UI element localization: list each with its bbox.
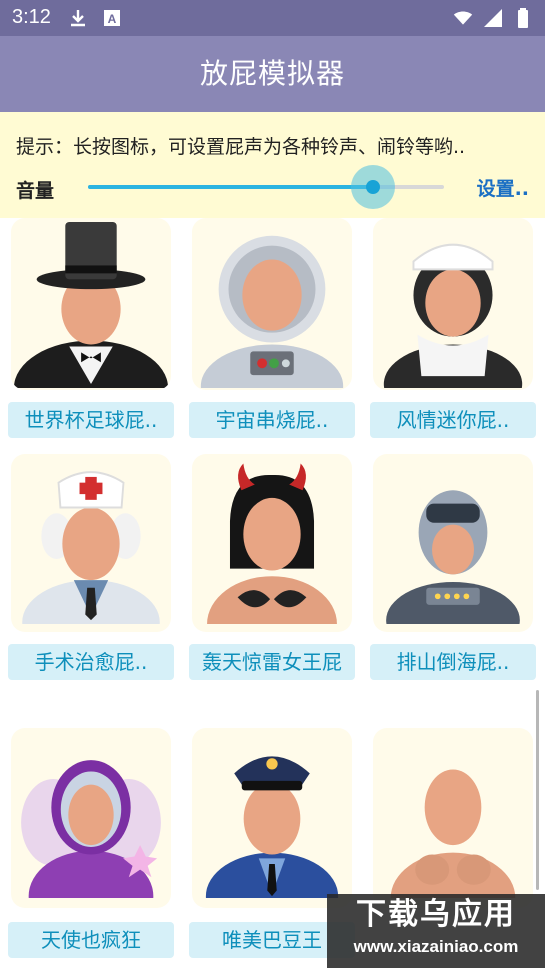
app-bar: 放屁模拟器 — [0, 36, 545, 112]
volume-slider[interactable] — [88, 165, 444, 209]
avatar-top-hat-gentleman[interactable] — [11, 218, 171, 390]
settings-panel: 提示：长按图标，可设置屁声为各种铃声、闹铃等哟.. 音量 设置.. — [0, 112, 545, 218]
volume-label: 音量 — [16, 180, 55, 202]
status-bar: 3:12 A — [0, 0, 545, 36]
settings-link[interactable]: 设置.. — [477, 174, 529, 201]
avatar-astronaut[interactable] — [192, 218, 352, 390]
sound-label[interactable]: 宇宙串烧屁.. — [189, 402, 355, 438]
battery-icon — [518, 8, 528, 28]
watermark-url: www.xiazainiao.com — [353, 937, 519, 956]
text-a-icon: A — [104, 10, 120, 26]
volume-slider-fill — [88, 185, 373, 189]
avatar-policeman[interactable] — [192, 728, 352, 908]
sound-label[interactable]: 风情迷你屁.. — [370, 402, 536, 438]
sound-label[interactable]: 天使也疯狂 — [8, 922, 174, 958]
sound-label[interactable]: 排山倒海屁.. — [370, 644, 536, 680]
wifi-icon — [453, 11, 473, 25]
watermark: 下载乌应用 www.xiazainiao.com — [327, 894, 545, 968]
avatar-maid[interactable] — [373, 218, 533, 390]
tip-text: 提示：长按图标，可设置屁声为各种铃声、闹铃等哟.. — [16, 136, 466, 158]
sound-label[interactable]: 手术治愈屁.. — [8, 644, 174, 680]
sound-grid: 世界杯足球屁.. 宇宙串烧屁.. 风情迷你屁.. 手术治愈屁.. 轰天惊雷女王屁… — [0, 218, 545, 968]
avatar-bare-figure[interactable] — [373, 728, 533, 908]
download-icon — [71, 10, 85, 27]
volume-slider-thumb[interactable] — [365, 180, 380, 194]
status-time: 3:12 — [12, 6, 51, 28]
signal-icon — [484, 9, 502, 27]
sound-label[interactable]: 世界杯足球屁.. — [8, 402, 174, 438]
sound-label[interactable]: 轰天惊雷女王屁 — [189, 644, 355, 680]
app-title: 放屁模拟器 — [199, 57, 345, 90]
avatar-nurse[interactable] — [11, 454, 171, 632]
avatar-robot[interactable] — [373, 454, 533, 632]
watermark-main: 下载乌应用 — [356, 897, 516, 932]
scrollbar[interactable] — [536, 690, 539, 890]
svg-text:A: A — [108, 12, 117, 26]
avatar-devil-woman[interactable] — [192, 454, 352, 632]
avatar-fairy[interactable] — [11, 728, 171, 908]
